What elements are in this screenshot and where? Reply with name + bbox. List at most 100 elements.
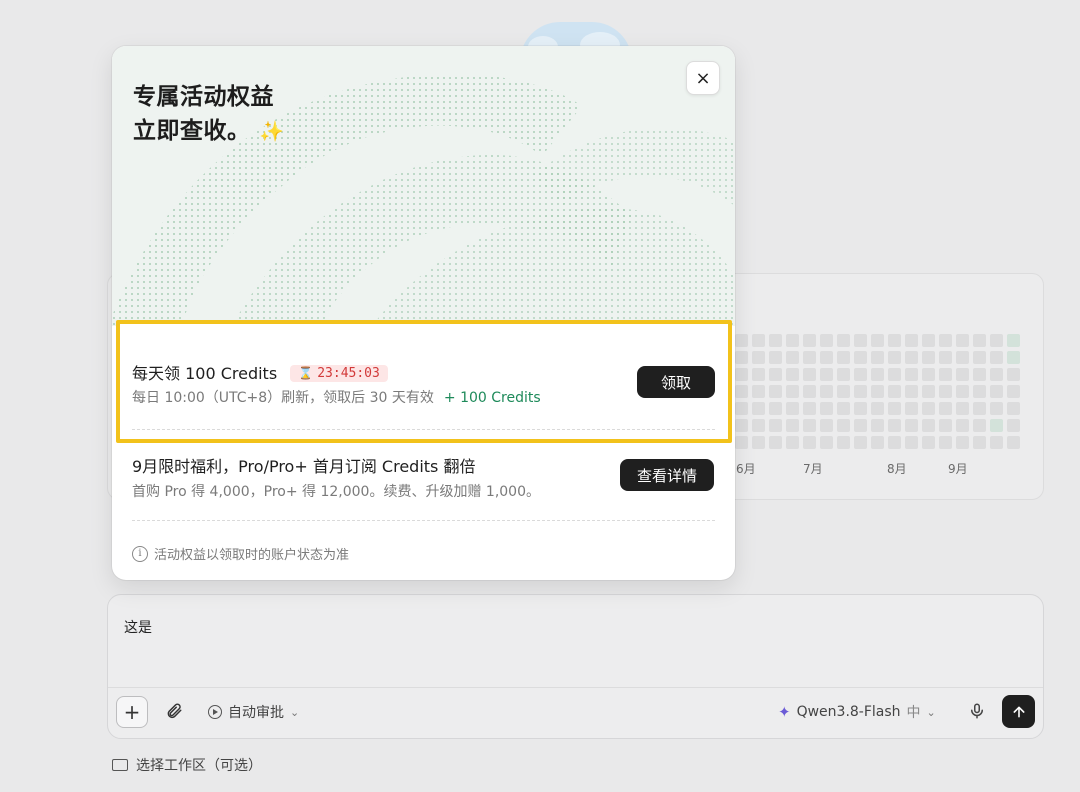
heatmap-cell bbox=[871, 368, 884, 381]
heatmap-cell bbox=[973, 419, 986, 432]
heatmap-cell bbox=[752, 351, 765, 364]
heatmap-cell bbox=[956, 351, 969, 364]
heatmap-cell bbox=[837, 385, 850, 398]
heatmap-cell bbox=[820, 385, 833, 398]
heatmap-cell bbox=[1007, 334, 1020, 347]
heatmap-cell bbox=[973, 334, 986, 347]
heatmap-cell bbox=[922, 334, 935, 347]
heatmap-cell bbox=[752, 334, 765, 347]
paperclip-icon bbox=[167, 703, 182, 719]
page: 6月 7月 8月 9月 这是 + 自动审批 ⌄ ✦ Qwen3.8-Flash … bbox=[0, 0, 1080, 792]
heatmap-cell bbox=[803, 368, 816, 381]
heatmap-cell bbox=[769, 419, 782, 432]
heatmap-cell bbox=[905, 334, 918, 347]
heatmap-cell bbox=[888, 436, 901, 449]
composer-toolbar: + 自动审批 ⌄ ✦ Qwen3.8-Flash 中 ⌄ bbox=[108, 687, 1043, 739]
close-button[interactable]: × bbox=[686, 61, 720, 95]
model-selector[interactable]: ✦ Qwen3.8-Flash 中 ⌄ bbox=[778, 702, 936, 722]
sparkle-icon: ✨ bbox=[259, 119, 285, 143]
heatmap-cell bbox=[871, 334, 884, 347]
heatmap-cell bbox=[956, 334, 969, 347]
heatmap-cell bbox=[922, 436, 935, 449]
composer-input[interactable]: 这是 bbox=[124, 617, 152, 637]
heatmap-cell bbox=[888, 402, 901, 415]
footnote-text: 活动权益以领取时的账户状态为准 bbox=[154, 548, 350, 563]
heatmap-cell bbox=[956, 385, 969, 398]
view-details-button[interactable]: 查看详情 bbox=[620, 459, 714, 491]
heatmap-cell bbox=[769, 368, 782, 381]
heatmap-cell bbox=[905, 351, 918, 364]
offer-title: 每天领 100 Credits ⌛ 23:45:03 bbox=[132, 360, 388, 384]
heatmap-cell bbox=[973, 351, 986, 364]
attach-button[interactable] bbox=[164, 701, 184, 721]
folder-icon bbox=[112, 759, 128, 771]
heatmap-cell bbox=[786, 436, 799, 449]
heatmap-cell bbox=[854, 385, 867, 398]
heatmap-cell bbox=[905, 385, 918, 398]
heatmap-cell bbox=[905, 368, 918, 381]
microphone-button[interactable] bbox=[966, 700, 988, 722]
heatmap-cell bbox=[888, 334, 901, 347]
hourglass-icon: ⌛ bbox=[298, 366, 314, 380]
heatmap-cell bbox=[854, 419, 867, 432]
heatmap-cell bbox=[837, 419, 850, 432]
heatmap-cell bbox=[1007, 402, 1020, 415]
info-icon: i bbox=[132, 545, 148, 562]
heatmap-cell bbox=[786, 368, 799, 381]
heatmap-cell bbox=[973, 368, 986, 381]
auto-approve-dropdown[interactable]: 自动审批 ⌄ bbox=[208, 702, 299, 722]
workspace-selector[interactable]: 选择工作区（可选） bbox=[112, 755, 262, 775]
heatmap-cell bbox=[803, 419, 816, 432]
heatmap-cell bbox=[922, 351, 935, 364]
heatmap-cell bbox=[888, 419, 901, 432]
chevron-down-icon: ⌄ bbox=[926, 705, 936, 719]
heatmap-cell bbox=[973, 385, 986, 398]
heatmap-cell bbox=[769, 402, 782, 415]
heatmap-cell bbox=[939, 419, 952, 432]
heatmap-cell bbox=[956, 436, 969, 449]
heatmap-cell bbox=[922, 419, 935, 432]
claim-button[interactable]: 领取 bbox=[637, 366, 715, 398]
countdown-text: 23:45:03 bbox=[317, 366, 380, 381]
modal-hero: 专属活动权益 立即查收。 ✨ × bbox=[112, 46, 735, 326]
heatmap-cell bbox=[769, 436, 782, 449]
modal-title: 专属活动权益 立即查收。 ✨ bbox=[133, 80, 284, 148]
heatmap-cell bbox=[735, 334, 748, 347]
add-button[interactable]: + bbox=[116, 696, 148, 728]
activity-heatmap bbox=[735, 334, 1020, 449]
heatmap-cell bbox=[769, 351, 782, 364]
heatmap-cell bbox=[837, 402, 850, 415]
heatmap-cell bbox=[1007, 368, 1020, 381]
heatmap-cell bbox=[1007, 351, 1020, 364]
heatmap-cell bbox=[939, 436, 952, 449]
heatmap-cell bbox=[1007, 419, 1020, 432]
plus-icon: + bbox=[123, 700, 141, 724]
heatmap-cell bbox=[1007, 385, 1020, 398]
heatmap-cell bbox=[803, 385, 816, 398]
offer-subtitle: 首购 Pro 得 4,000，Pro+ 得 12,000。续费、升级加赠 1,0… bbox=[132, 484, 540, 500]
heatmap-cell bbox=[803, 351, 816, 364]
heatmap-cell bbox=[735, 419, 748, 432]
heatmap-cell bbox=[854, 436, 867, 449]
model-tag: 中 bbox=[906, 705, 921, 721]
heatmap-cell bbox=[990, 385, 1003, 398]
send-button[interactable] bbox=[1002, 695, 1035, 728]
heatmap-cell bbox=[905, 419, 918, 432]
offer-subtitle-text: 每日 10:00（UTC+8）刷新，领取后 30 天有效 bbox=[132, 390, 434, 406]
heatmap-cell bbox=[956, 419, 969, 432]
month-label: 9月 bbox=[948, 462, 968, 476]
heatmap-cell bbox=[820, 351, 833, 364]
heatmap-cell bbox=[871, 385, 884, 398]
chevron-down-icon: ⌄ bbox=[290, 705, 300, 719]
heatmap-cell bbox=[837, 334, 850, 347]
heatmap-cell bbox=[820, 419, 833, 432]
heatmap-cell bbox=[922, 402, 935, 415]
offer-title: 9月限时福利，Pro/Pro+ 首月订阅 Credits 翻倍 bbox=[132, 457, 476, 476]
heatmap-cell bbox=[871, 419, 884, 432]
divider bbox=[132, 520, 715, 521]
month-label: 8月 bbox=[887, 462, 907, 476]
modal-title-line: 立即查收。 bbox=[133, 118, 251, 144]
workspace-label: 选择工作区（可选） bbox=[136, 758, 262, 774]
model-name: Qwen3.8-Flash bbox=[796, 704, 901, 720]
heatmap-cell bbox=[752, 385, 765, 398]
